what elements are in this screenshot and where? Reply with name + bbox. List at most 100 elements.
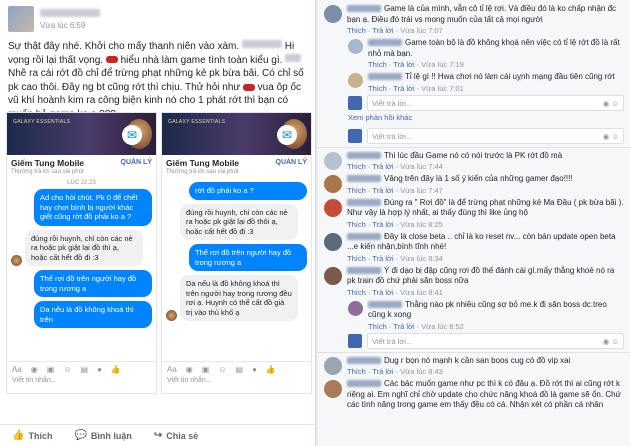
mic-icon[interactable]: ●	[97, 365, 102, 374]
commenter-avatar[interactable]	[324, 266, 342, 285]
comment-time[interactable]: Vừa lúc 8:43	[400, 367, 443, 376]
commenter-avatar[interactable]	[324, 380, 342, 398]
commenter-avatar[interactable]	[324, 175, 342, 193]
message-bubble-in: đúng rồi huynh, chỉ còn các nẻ ra hoặc p…	[25, 229, 143, 266]
comment-text: Vâng trên đây là 1 số ý kiến của những g…	[384, 174, 573, 183]
messenger-screenshot[interactable]: GALAXY ESSENTIALS ✉ Giếm Tung Mobile QUẢ…	[6, 112, 157, 394]
commenter-name-blurred[interactable]	[347, 175, 381, 183]
comment-reply-link[interactable]: Trả lời	[393, 84, 414, 93]
post-timestamp[interactable]: Vừa lúc 6:59	[40, 21, 100, 30]
camera-icon[interactable]: ◉ ☺	[603, 99, 619, 108]
like-icon[interactable]: 👍	[266, 365, 276, 374]
comment-reply-link[interactable]: Trả lời	[372, 26, 393, 35]
comment-like-link[interactable]: Thích	[347, 26, 366, 35]
message-bubble-out: Da nếu là đồ không khoá thì trên	[34, 301, 152, 328]
comment-like-link[interactable]: Thích	[347, 254, 366, 263]
comment-time[interactable]: Vừa lúc 7:01	[421, 84, 464, 93]
comment-like-link[interactable]: Thích	[347, 162, 366, 171]
reply-input[interactable]: Viết trả lời... ◉ ☺	[367, 332, 624, 349]
like-button[interactable]: 👍 Thích	[12, 430, 52, 441]
commenter-name-blurred[interactable]	[347, 198, 381, 206]
page-response-time: Thường trả lời sau vài phút	[166, 169, 239, 175]
author-name-blurred[interactable]: name	[40, 8, 100, 17]
comment-reply-link[interactable]: Trả lời	[372, 254, 393, 263]
comment-text: Các bác muốn game như pc thì k có đâu ạ.…	[347, 379, 621, 409]
commenter-name-blurred[interactable]	[347, 5, 381, 13]
comment-like-link[interactable]: Thích	[347, 220, 366, 229]
comment-time[interactable]: Vừa lúc 8:34	[400, 254, 443, 263]
reply-input[interactable]: Viết trả lời... ◉ ☺	[367, 94, 624, 111]
image-icon[interactable]: ▣	[47, 365, 55, 374]
redacted-text: xx	[285, 53, 302, 62]
author-avatar[interactable]	[8, 6, 34, 32]
commenter-avatar[interactable]	[324, 151, 342, 170]
comment-like-link[interactable]: Thích	[347, 288, 366, 297]
message-input[interactable]: Viết tin nhắn...	[7, 377, 156, 384]
camera-icon[interactable]: ◉	[186, 365, 193, 374]
divider	[318, 146, 630, 148]
more-replies-link[interactable]: Xem phản hồi khác	[348, 113, 630, 122]
page-cover: GALAXY ESSENTIALS ✉	[162, 113, 311, 155]
comments-panel: Game là của mình, vẫn cô tỉ lệ rơi. Và đ…	[318, 0, 630, 446]
comment-like-link[interactable]: Thích	[368, 84, 387, 93]
commenter-avatar[interactable]	[324, 5, 342, 23]
commenter-name-blurred[interactable]	[368, 73, 402, 81]
comment-reply-link[interactable]: Trả lời	[393, 322, 414, 331]
message-input[interactable]: Viết tin nhắn...	[162, 377, 311, 384]
messenger-icon: ✉	[122, 125, 142, 145]
comment-like-link[interactable]: Thích	[347, 186, 366, 195]
comment-time[interactable]: Vừa lúc 7:44	[400, 162, 443, 171]
commenter-avatar[interactable]	[324, 198, 342, 217]
camera-icon[interactable]: ◉ ☺	[603, 337, 619, 346]
comment-button[interactable]: 💬 Bình luận	[74, 430, 131, 441]
message-bubble-out: rớt đồ phải ko a ?	[189, 182, 307, 200]
sticker-icon[interactable]: ☺	[218, 365, 226, 374]
comment-reply-link[interactable]: Trả lời	[372, 186, 393, 195]
commenter-avatar[interactable]	[348, 39, 363, 54]
thumbs-up-icon: 👍	[12, 430, 25, 441]
camera-icon[interactable]: ◉ ☺	[603, 132, 619, 141]
comment-like-link[interactable]: Thích	[347, 367, 366, 376]
gif-icon[interactable]: ▤	[81, 365, 89, 374]
camera-icon[interactable]: ◉	[31, 365, 38, 374]
comment-time[interactable]: Vừa lúc 8:52	[421, 322, 464, 331]
comment-reply-link[interactable]: Trả lời	[372, 367, 393, 376]
commenter-name-blurred[interactable]	[347, 151, 381, 159]
commenter-name-blurred[interactable]	[347, 380, 381, 388]
share-button[interactable]: ↪ Chia sẻ	[154, 430, 198, 441]
comment-time[interactable]: Vừa lúc 7:19	[421, 60, 464, 69]
comment-reply-link[interactable]: Trả lời	[372, 288, 393, 297]
facebook-post: name Vừa lúc 6:59 Sự thật đây nhé. Khởi …	[0, 0, 316, 446]
comment-like-link[interactable]: Thích	[368, 322, 387, 331]
banner-tag: GALAXY ESSENTIALS	[168, 119, 226, 125]
commenter-name-blurred[interactable]	[368, 300, 402, 308]
aa-icon[interactable]: Aa	[12, 365, 22, 374]
comment-time[interactable]: Vừa lúc 7:47	[400, 186, 443, 195]
commenter-avatar[interactable]	[348, 73, 363, 88]
commenter-avatar[interactable]	[324, 356, 342, 375]
comment: Ý đi dạo bị đập cũng rơi đồ thế đánh cái…	[318, 266, 630, 297]
message-bubble-out: Thế rơi đồ trên người hay đồ trong rương…	[34, 270, 152, 297]
commenter-avatar[interactable]	[324, 232, 342, 251]
comment-time[interactable]: Vừa lúc 8:41	[400, 288, 443, 297]
comment-time[interactable]: Vừa lúc 7:07	[400, 26, 443, 35]
commenter-name-blurred[interactable]	[368, 39, 402, 47]
comment-reply-link[interactable]: Trả lời	[393, 60, 414, 69]
comment-time[interactable]: Vừa lúc 8:25	[400, 220, 443, 229]
commenter-avatar[interactable]	[348, 300, 363, 316]
aa-icon[interactable]: Aa	[167, 365, 177, 374]
mic-icon[interactable]: ●	[252, 365, 257, 374]
like-icon[interactable]: 👍	[111, 365, 121, 374]
messenger-screenshot[interactable]: GALAXY ESSENTIALS ✉ Giếm Tung Mobile QUẢ…	[161, 112, 312, 394]
comment-reply-link[interactable]: Trả lời	[372, 220, 393, 229]
comment-reply-link[interactable]: Trả lời	[372, 162, 393, 171]
message-composer: Aa ◉ ▣ ☺ ▤ ● 👍 Viết tin nhắn...	[162, 361, 311, 393]
commenter-name-blurred[interactable]	[347, 266, 381, 274]
sticker-icon[interactable]: ☺	[63, 365, 71, 374]
gif-icon[interactable]: ▤	[236, 365, 244, 374]
commenter-name-blurred[interactable]	[347, 356, 381, 364]
comment-like-link[interactable]: Thích	[368, 60, 387, 69]
reply-input[interactable]: Viết trả lời... ◉ ☺	[367, 127, 624, 144]
image-icon[interactable]: ▣	[202, 365, 210, 374]
commenter-name-blurred[interactable]	[347, 232, 381, 240]
